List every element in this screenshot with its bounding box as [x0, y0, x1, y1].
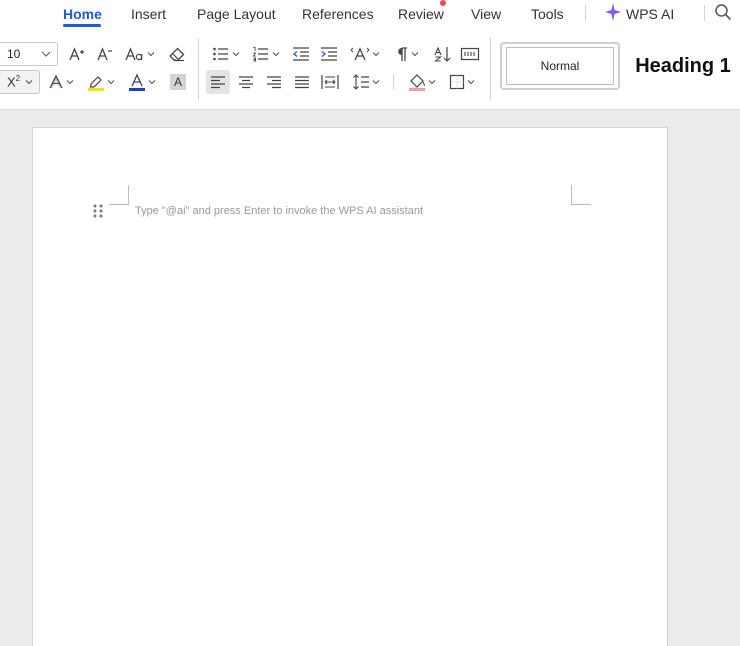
character-spacing-icon: [350, 47, 370, 61]
document-page[interactable]: Type "@ai" and press Enter to invoke the…: [32, 127, 668, 646]
chevron-down-icon: [41, 51, 51, 57]
chevron-down-icon: [272, 52, 280, 57]
sort-icon: [434, 46, 451, 62]
justify-icon: [295, 76, 309, 89]
drag-handle-icon[interactable]: [92, 203, 104, 219]
show-marks-button[interactable]: [392, 42, 422, 66]
highlighter-icon: [88, 76, 104, 91]
chevron-down-icon: [148, 80, 156, 85]
eraser-icon: [169, 47, 185, 62]
distributed-layout-icon: [460, 47, 480, 61]
ribbon-separator: [198, 38, 199, 100]
pilcrow-icon: [398, 47, 407, 61]
increase-indent-button[interactable]: [318, 42, 340, 66]
tab-home[interactable]: Home: [63, 6, 102, 22]
distributed-layout-button[interactable]: [458, 42, 482, 66]
bullets-button[interactable]: [210, 42, 242, 66]
font-size-select[interactable]: 10: [0, 42, 58, 66]
distributed-align-button[interactable]: [318, 70, 342, 94]
increase-indent-icon: [321, 47, 337, 61]
wps-ai-sparkle-icon: [605, 2, 621, 26]
style-heading-1[interactable]: Heading 1: [626, 42, 740, 90]
grow-font-icon: [69, 47, 84, 61]
ribbon-separator: [393, 74, 394, 90]
align-left-button[interactable]: [206, 70, 230, 94]
sort-button[interactable]: [432, 42, 454, 66]
highlight-color-button[interactable]: [85, 70, 117, 94]
paint-bucket-icon: [409, 74, 425, 91]
chevron-down-icon: [232, 52, 240, 57]
tab-wps-ai[interactable]: WPS AI: [605, 2, 675, 26]
review-notification-dot: [440, 0, 446, 6]
character-shading-button[interactable]: A: [168, 70, 188, 94]
justify-button[interactable]: [290, 70, 314, 94]
numbered-list-icon: [252, 47, 268, 62]
menu-separator: [704, 5, 705, 21]
numbering-button[interactable]: [250, 42, 282, 66]
shading-button[interactable]: [406, 70, 438, 94]
align-center-button[interactable]: [234, 70, 258, 94]
ribbon-home: 10 X2 A Normal Heading 1: [0, 28, 740, 110]
distributed-align-icon: [321, 75, 339, 89]
document-canvas: Type "@ai" and press Enter to invoke the…: [0, 111, 740, 646]
align-right-icon: [267, 76, 281, 89]
ai-placeholder-text[interactable]: Type "@ai" and press Enter to invoke the…: [135, 205, 423, 217]
active-tab-indicator: [63, 24, 101, 27]
decrease-indent-icon: [292, 47, 309, 61]
tab-insert[interactable]: Insert: [131, 6, 166, 22]
chevron-down-icon: [147, 52, 155, 57]
ribbon-separator: [490, 38, 491, 100]
change-case-icon: [125, 47, 143, 61]
align-right-button[interactable]: [262, 70, 286, 94]
line-spacing-icon: [353, 74, 369, 90]
style-normal-label: Normal: [506, 47, 614, 85]
align-center-icon: [239, 76, 253, 89]
tab-review[interactable]: Review: [398, 6, 444, 22]
grow-font-button[interactable]: [66, 42, 88, 66]
margin-corner-top-right: [571, 185, 591, 205]
font-color-button[interactable]: [126, 70, 158, 94]
menu-bar: Home Insert Page Layout References Revie…: [0, 0, 740, 28]
text-effects-button[interactable]: [46, 70, 76, 94]
style-normal[interactable]: Normal: [500, 42, 620, 90]
search-button[interactable]: [714, 3, 736, 25]
character-spacing-button[interactable]: [348, 42, 382, 66]
chevron-down-icon: [467, 80, 475, 85]
clear-formatting-button[interactable]: [166, 42, 188, 66]
line-spacing-button[interactable]: [350, 70, 382, 94]
tab-tools[interactable]: Tools: [531, 6, 564, 22]
chevron-down-icon: [428, 80, 436, 85]
menu-separator: [585, 5, 586, 21]
styles-gallery: Normal Heading 1: [500, 42, 740, 92]
font-color-icon: [129, 73, 145, 91]
bulleted-list-icon: [213, 47, 228, 61]
tab-view[interactable]: View: [471, 6, 501, 22]
character-shading-icon: A: [170, 74, 186, 90]
shrink-font-button[interactable]: [94, 42, 116, 66]
tab-page-layout[interactable]: Page Layout: [197, 6, 276, 22]
tab-references[interactable]: References: [302, 6, 374, 22]
font-size-value: 10: [7, 47, 21, 61]
align-left-icon: [211, 76, 225, 89]
borders-icon: [449, 74, 465, 90]
chevron-down-icon: [372, 52, 380, 57]
change-case-button[interactable]: [124, 42, 156, 66]
margin-corner-top-left: [109, 185, 129, 205]
chevron-down-icon: [66, 80, 74, 85]
borders-button[interactable]: [446, 70, 478, 94]
wps-ai-label: WPS AI: [626, 6, 675, 22]
superscript-button[interactable]: X2: [0, 70, 40, 94]
chevron-down-icon: [411, 52, 419, 57]
chevron-down-icon: [25, 80, 33, 85]
search-icon: [715, 4, 731, 20]
shrink-font-icon: [97, 47, 112, 61]
chevron-down-icon: [372, 80, 380, 85]
superscript-icon: X2: [7, 74, 21, 90]
text-effects-icon: [49, 74, 63, 89]
chevron-down-icon: [107, 80, 115, 85]
decrease-indent-button[interactable]: [290, 42, 312, 66]
